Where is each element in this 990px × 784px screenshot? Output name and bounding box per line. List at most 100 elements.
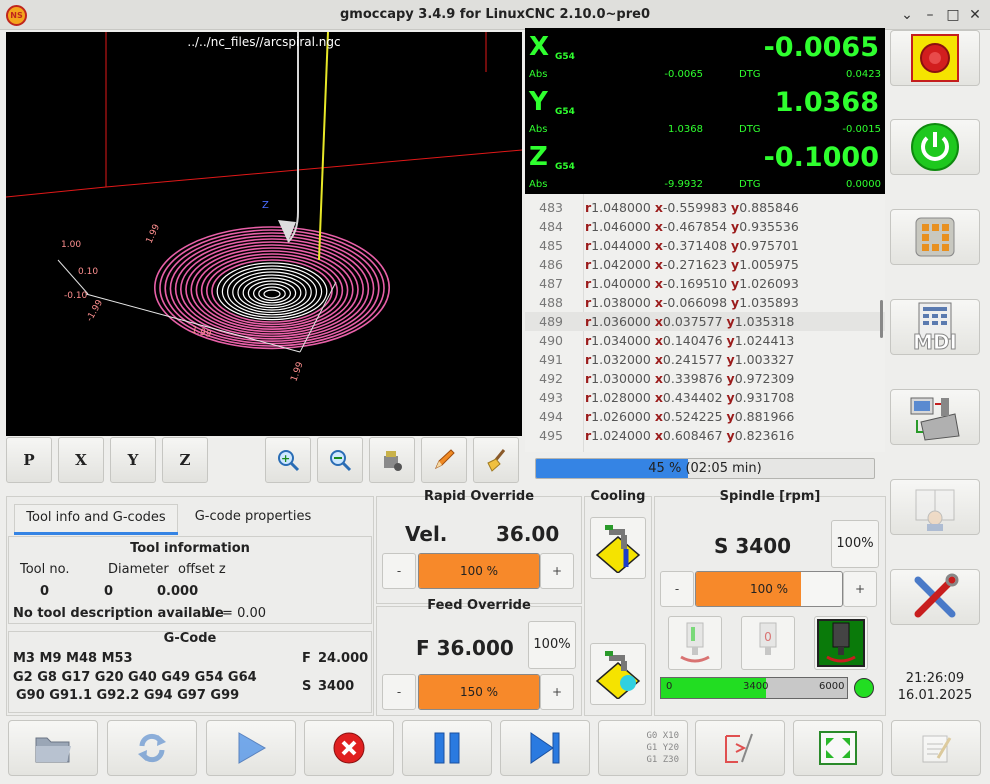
word-value: 0.037577	[662, 314, 723, 329]
feed-plus-button[interactable]: +	[540, 674, 574, 710]
notes-button[interactable]	[891, 720, 981, 776]
auto-mode-button[interactable]	[890, 389, 980, 445]
fullscreen-button[interactable]	[793, 720, 883, 776]
spindle-override-slider[interactable]: 100 %	[695, 571, 843, 607]
feed-minus-button[interactable]: -	[382, 674, 416, 710]
estop-button[interactable]	[890, 30, 980, 86]
spindle-reset-button[interactable]: 100%	[831, 520, 879, 568]
gcode-line[interactable]: 488 r1.038000 x-0.066098 y1.035893	[525, 293, 885, 312]
rapid-plus-button[interactable]: +	[540, 553, 574, 589]
gcode-line[interactable]: 487 r1.040000 x-0.169510 y1.026093	[525, 274, 885, 293]
word-letter: y	[731, 200, 740, 215]
window-menu-icon[interactable]: ⌄	[898, 6, 916, 24]
spindle-stop-icon: 0	[759, 622, 777, 655]
spindle-forward-button[interactable]	[668, 616, 722, 670]
gcode-line[interactable]: 483 r1.048000 x-0.559983 y0.885846	[525, 198, 885, 217]
clear-plot-settings-button[interactable]	[369, 437, 415, 483]
settings-button[interactable]	[890, 569, 980, 625]
rapid-minus-button[interactable]: -	[382, 553, 416, 589]
feed-reset-button[interactable]: 100%	[528, 621, 576, 669]
rapid-override-slider[interactable]: 100 %	[418, 553, 540, 589]
dro-display[interactable]: X G54 -0.0065 Abs -0.0065 DTG 0.0423 Y G…	[525, 28, 885, 194]
run-from-line-button[interactable]: G0 X10 G1 Y20 G1 Z30	[598, 720, 688, 776]
line-number: 488	[539, 295, 563, 310]
spindle-minus-button[interactable]: -	[660, 571, 694, 607]
gcode-line[interactable]: 484 r1.046000 x-0.467854 y0.935536	[525, 217, 885, 236]
manual-mode-button[interactable]	[890, 209, 980, 265]
gcode-line[interactable]: 486 r1.042000 x-0.271623 y1.005975	[525, 255, 885, 274]
spindle-plus-button[interactable]: +	[843, 571, 877, 607]
dro-y-row[interactable]: Y G54 1.0368 Abs 1.0368 DTG -0.0015	[525, 83, 885, 138]
clear-live-plot-button[interactable]	[473, 437, 519, 483]
active-tab-indicator	[14, 532, 178, 535]
gcode-line[interactable]: 489 r1.036000 x0.037577 y1.035318	[525, 312, 885, 331]
tab-tool-info[interactable]: Tool info and G-codes	[14, 504, 178, 534]
spindle-stop-button[interactable]: 0	[741, 616, 795, 670]
dro-dtg-label: DTG	[739, 124, 761, 135]
word-value: 0.140476	[662, 333, 723, 348]
view-x-button[interactable]: X	[58, 437, 104, 483]
mdi-mode-button[interactable]: MDI	[890, 299, 980, 355]
emergency-stop-icon	[911, 34, 959, 82]
gcode-info-title: G-Code	[163, 631, 217, 646]
gcode-listing[interactable]: 483 r1.048000 x-0.559983 y0.885846 484 r1.0…	[525, 194, 885, 452]
gcode-line[interactable]: 495 r1.024000 x0.608467 y0.823616	[525, 426, 885, 445]
stop-button[interactable]	[304, 720, 394, 776]
word-value: 0.881966	[734, 409, 795, 424]
feed-override-slider[interactable]: 150 %	[418, 674, 540, 710]
maximize-icon[interactable]: □	[944, 6, 962, 24]
word-value: 1.024000	[591, 428, 651, 443]
view-p-button[interactable]: P	[6, 437, 52, 483]
gcode-line[interactable]: 490 r1.034000 x0.140476 y1.024413	[525, 331, 885, 350]
gcode-line[interactable]: 492 r1.030000 x0.339876 y0.972309	[525, 369, 885, 388]
word-letter: y	[726, 314, 735, 329]
feed-value: 24.000	[318, 651, 369, 666]
dro-z-row[interactable]: Z G54 -0.1000 Abs -9.9932 DTG 0.0000	[525, 138, 885, 193]
pencil-button[interactable]	[421, 437, 467, 483]
gauge-max: 6000	[819, 681, 845, 692]
cooling-title: Cooling	[590, 489, 646, 504]
word-value: 1.003327	[734, 352, 795, 367]
dro-value: -0.1000	[763, 142, 879, 173]
dro-x-row[interactable]: X G54 -0.0065 Abs -0.0065 DTG 0.0423	[525, 28, 885, 83]
word-value: 0.885846	[739, 200, 799, 215]
zoom-in-button[interactable]: +	[265, 437, 311, 483]
word-value: 1.048000	[591, 200, 651, 215]
word-value: 1.036000	[591, 314, 651, 329]
gauge-value: 3400	[743, 681, 769, 692]
step-button[interactable]	[500, 720, 590, 776]
word-value: 0.972309	[734, 371, 795, 386]
spindle-reverse-button[interactable]	[814, 616, 868, 670]
zoom-out-button[interactable]	[317, 437, 363, 483]
open-file-button[interactable]	[8, 720, 98, 776]
dro-axis-letter: X	[529, 32, 550, 62]
gcode-preview[interactable]: Z 1.00 1.99 0.10 -0.10 -1.99 1.99 1.99 .…	[6, 32, 522, 436]
clock: 21:26:09 16.01.2025	[890, 670, 980, 704]
flood-coolant-icon	[595, 525, 641, 573]
gcode-line[interactable]: 485 r1.044000 x-0.371408 y0.975701	[525, 236, 885, 255]
view-y-button[interactable]: Y	[110, 437, 156, 483]
rapid-bar-text: 100 %	[459, 564, 499, 578]
flood-button[interactable]	[590, 517, 646, 579]
step-icon	[530, 732, 560, 764]
line-number: 490	[539, 333, 563, 348]
tool-description: No tool description available	[13, 606, 224, 621]
gcode-line[interactable]: 491 r1.032000 x0.241577 y1.003327	[525, 350, 885, 369]
run-button[interactable]	[206, 720, 296, 776]
view-z-button[interactable]: Z	[162, 437, 208, 483]
pause-button[interactable]	[402, 720, 492, 776]
window-title: gmoccapy 3.4.9 for LinuxCNC 2.10.0~pre0	[340, 7, 650, 22]
close-icon[interactable]: ✕	[966, 6, 984, 24]
edit-file-button[interactable]	[695, 720, 785, 776]
tab-gcode-properties[interactable]: G-code properties	[188, 504, 318, 532]
user-tabs-button[interactable]	[890, 479, 980, 535]
gcode-line[interactable]: 494 r1.026000 x0.524225 y0.881966	[525, 407, 885, 426]
mist-button[interactable]	[590, 643, 646, 705]
gcode-scrollbar[interactable]	[880, 300, 883, 338]
gcode-line[interactable]: 493 r1.028000 x0.434402 y0.931708	[525, 388, 885, 407]
word-value: -0.169510	[662, 276, 728, 291]
reload-file-button[interactable]	[107, 720, 197, 776]
power-button[interactable]	[890, 119, 980, 175]
line-code: r1.044000 x-0.371408 y0.975701	[585, 236, 799, 255]
minimize-icon[interactable]: –	[921, 6, 939, 24]
